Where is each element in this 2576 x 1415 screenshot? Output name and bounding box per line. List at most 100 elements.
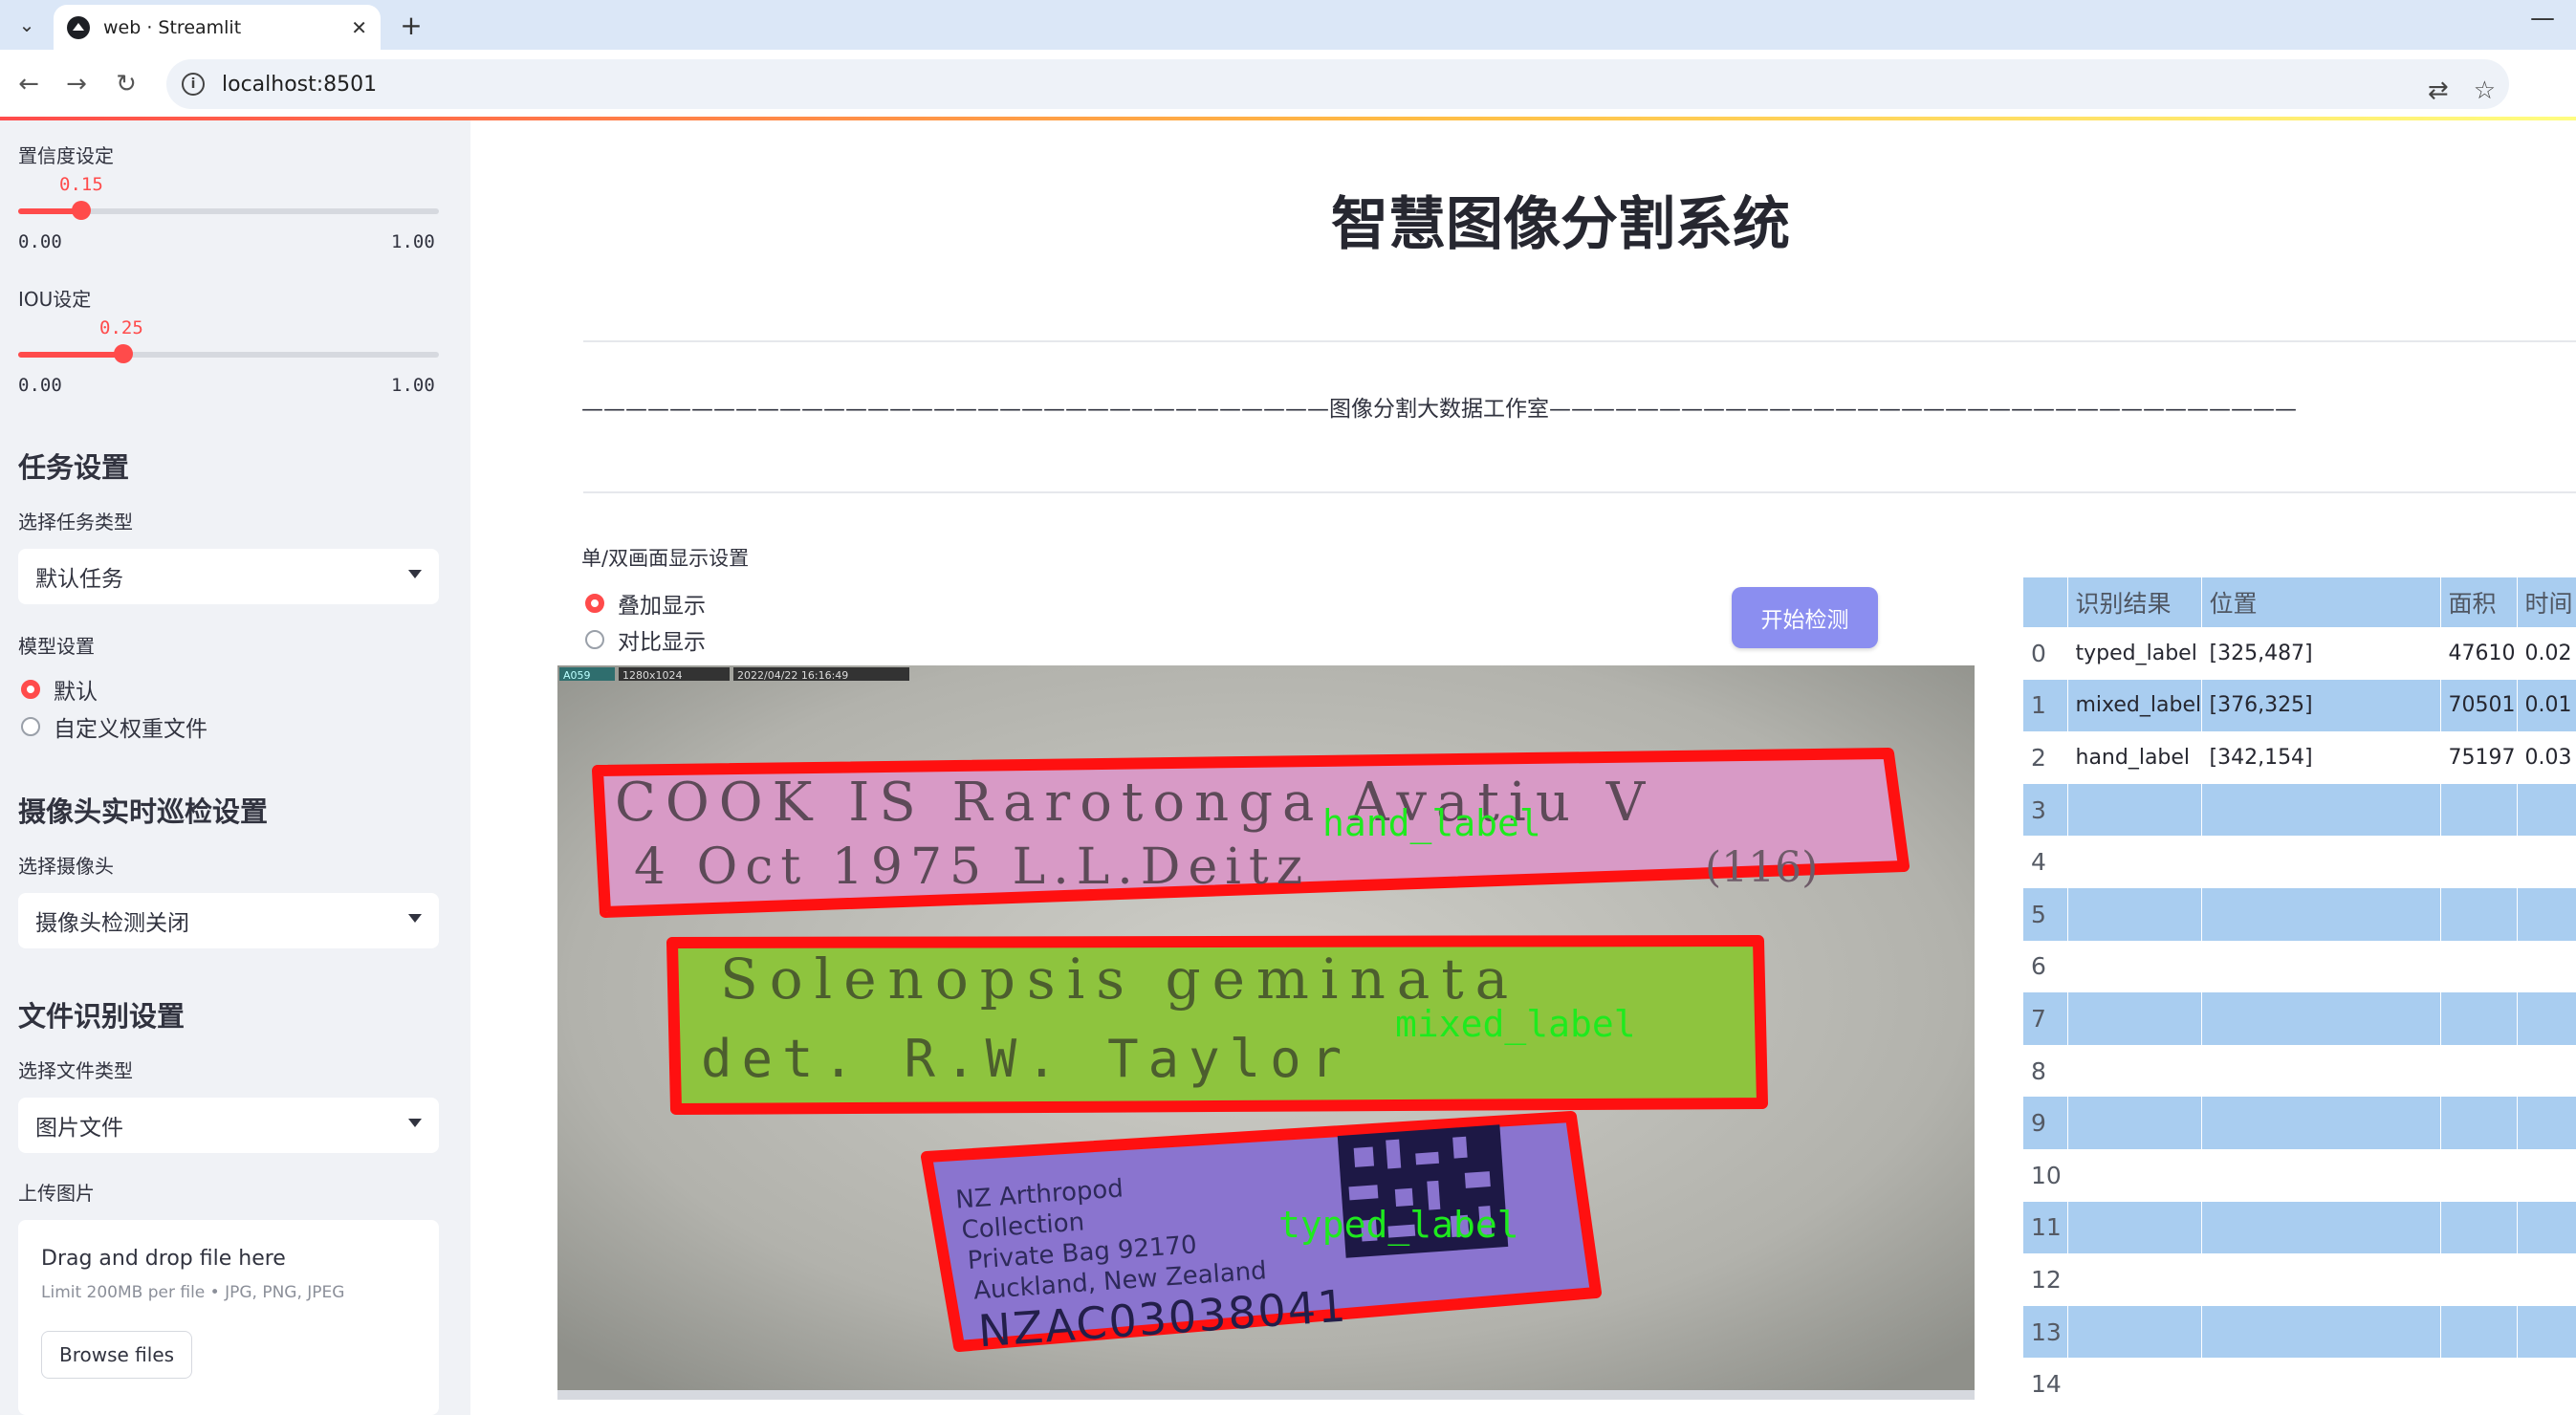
row-label (2067, 1253, 2202, 1306)
table-row[interactable]: 9 (2023, 1097, 2576, 1149)
radio-selected-icon[interactable] (585, 594, 604, 613)
row-index: 5 (2023, 887, 2068, 941)
iou-value: 0.25 (99, 317, 143, 338)
row-time (2517, 940, 2576, 993)
row-index: 14 (2023, 1358, 2068, 1410)
table-row[interactable]: 0 typed_label [325,487] 47610 0.02 (2023, 627, 2576, 680)
column-header-time[interactable]: 时间 (2517, 577, 2576, 627)
studio-banner: ——————————————————————————————————图像分割大数… (581, 397, 2297, 422)
upload-label: 上传图片 (18, 1182, 95, 1205)
table-row[interactable]: 13 (2023, 1305, 2576, 1359)
file-settings-heading: 文件识别设置 (18, 1000, 186, 1033)
row-label (2067, 887, 2202, 941)
table-row[interactable]: 4 (2023, 836, 2576, 888)
confidence-value: 0.15 (59, 174, 103, 195)
camera-select[interactable]: 摄像头检测关闭 (18, 893, 439, 948)
iou-slider-thumb[interactable] (114, 344, 133, 363)
table-row[interactable]: 1 mixed_label [376,325] 70501 0.01 (2023, 679, 2576, 732)
header-res: 1280x1024 (622, 669, 683, 682)
streamlit-favicon-icon (67, 15, 90, 39)
table-row[interactable]: 5 (2023, 887, 2576, 941)
table-row[interactable]: 3 (2023, 783, 2576, 837)
row-area (2440, 836, 2518, 888)
model-option-default: 默认 (54, 680, 98, 705)
row-index: 11 (2023, 1201, 2068, 1254)
row-time: 0.01 (2517, 679, 2576, 732)
confidence-max: 1.00 (391, 231, 435, 252)
hand-label-tag: hand_label (1322, 802, 1541, 845)
divider-bottom (583, 491, 2576, 493)
row-area (2440, 1044, 2518, 1098)
browse-files-button[interactable]: Browse files (41, 1331, 193, 1379)
table-row[interactable]: 12 (2023, 1253, 2576, 1306)
row-index: 6 (2023, 940, 2068, 993)
column-header-index[interactable] (2023, 577, 2068, 627)
row-position (2201, 1305, 2441, 1359)
mixed-label-tag: mixed_label (1395, 1003, 1636, 1046)
image-scrollbar[interactable] (557, 1390, 1975, 1400)
file-type-select[interactable]: 图片文件 (18, 1098, 439, 1153)
reload-icon[interactable]: ↻ (109, 67, 143, 101)
display-mode-compare[interactable]: 对比显示 (585, 623, 706, 656)
confidence-slider[interactable] (18, 201, 439, 220)
row-position: [325,487] (2201, 627, 2441, 680)
results-table[interactable]: 识别结果 位置 面积 时间 0 typed_label [325,487] 47610… (2023, 577, 2576, 1415)
column-header-area[interactable]: 面积 (2440, 577, 2518, 627)
column-header-result[interactable]: 识别结果 (2067, 577, 2202, 627)
table-row[interactable]: 7 (2023, 992, 2576, 1045)
table-row[interactable]: 11 (2023, 1201, 2576, 1254)
file-type-label: 选择文件类型 (18, 1059, 133, 1082)
file-uploader-dropzone[interactable]: Drag and drop file here Limit 200MB per … (18, 1220, 439, 1415)
table-row[interactable]: 6 (2023, 940, 2576, 993)
bookmark-star-icon[interactable]: ☆ (2474, 76, 2496, 105)
start-detection-button[interactable]: 开始检测 (1732, 587, 1878, 648)
radio-selected-icon[interactable] (21, 680, 40, 699)
browser-tab-strip: ⌄ web · Streamlit ✕ + — (0, 0, 2576, 50)
site-info-icon[interactable]: i (182, 73, 205, 96)
row-area (2440, 783, 2518, 837)
row-index: 2 (2023, 731, 2068, 784)
minimize-window-icon[interactable]: — (2530, 4, 2555, 33)
row-position (2201, 1148, 2441, 1202)
table-row[interactable]: 2 hand_label [342,154] 75197 0.03 (2023, 731, 2576, 784)
table-row[interactable]: 10 (2023, 1148, 2576, 1202)
address-bar[interactable]: i localhost:8501 ⇄ ☆ (166, 59, 2509, 109)
close-tab-icon[interactable]: ✕ (351, 16, 367, 39)
table-row[interactable]: 14 (2023, 1358, 2576, 1410)
tab-search-icon[interactable]: ⌄ (8, 8, 46, 42)
forward-arrow-icon[interactable]: → (59, 67, 94, 101)
row-time (2517, 1201, 2576, 1254)
iou-slider[interactable] (18, 344, 439, 363)
display-mode-overlay[interactable]: 叠加显示 (585, 587, 706, 620)
display-mode-label: 单/双画面显示设置 (581, 547, 750, 570)
new-tab-icon[interactable]: + (394, 8, 428, 42)
model-radio-custom[interactable]: 自定义权重文件 (21, 710, 207, 743)
confidence-slider-thumb[interactable] (72, 201, 91, 220)
browser-toolbar: ← → ↻ i localhost:8501 ⇄ ☆ (0, 50, 2576, 119)
row-index: 12 (2023, 1253, 2068, 1306)
label1-number: (116) (1705, 843, 1818, 892)
row-time (2517, 1253, 2576, 1306)
label1-line2: 4 Oct 1975 L.L.Deitz (634, 838, 1310, 896)
display-option-overlay: 叠加显示 (618, 594, 706, 619)
task-type-select[interactable]: 默认任务 (18, 549, 439, 604)
back-arrow-icon[interactable]: ← (11, 67, 46, 101)
row-position (2201, 836, 2441, 888)
iou-label: IOU设定 (18, 288, 92, 311)
radio-unselected-icon[interactable] (585, 630, 604, 649)
drop-text: Drag and drop file here (41, 1247, 286, 1271)
radio-unselected-icon[interactable] (21, 717, 40, 736)
task-settings-heading: 任务设置 (18, 451, 130, 484)
chevron-down-icon (408, 914, 422, 923)
browser-tab[interactable]: web · Streamlit ✕ (54, 5, 381, 50)
row-label (2067, 992, 2202, 1045)
row-index: 10 (2023, 1148, 2068, 1202)
row-label (2067, 783, 2202, 837)
row-area (2440, 1305, 2518, 1359)
model-radio-default[interactable]: 默认 (21, 673, 98, 706)
column-header-position[interactable]: 位置 (2201, 577, 2441, 627)
address-url[interactable]: localhost:8501 (222, 73, 377, 97)
row-position (2201, 1044, 2441, 1098)
translate-icon[interactable]: ⇄ (2428, 76, 2449, 105)
table-row[interactable]: 8 (2023, 1044, 2576, 1098)
